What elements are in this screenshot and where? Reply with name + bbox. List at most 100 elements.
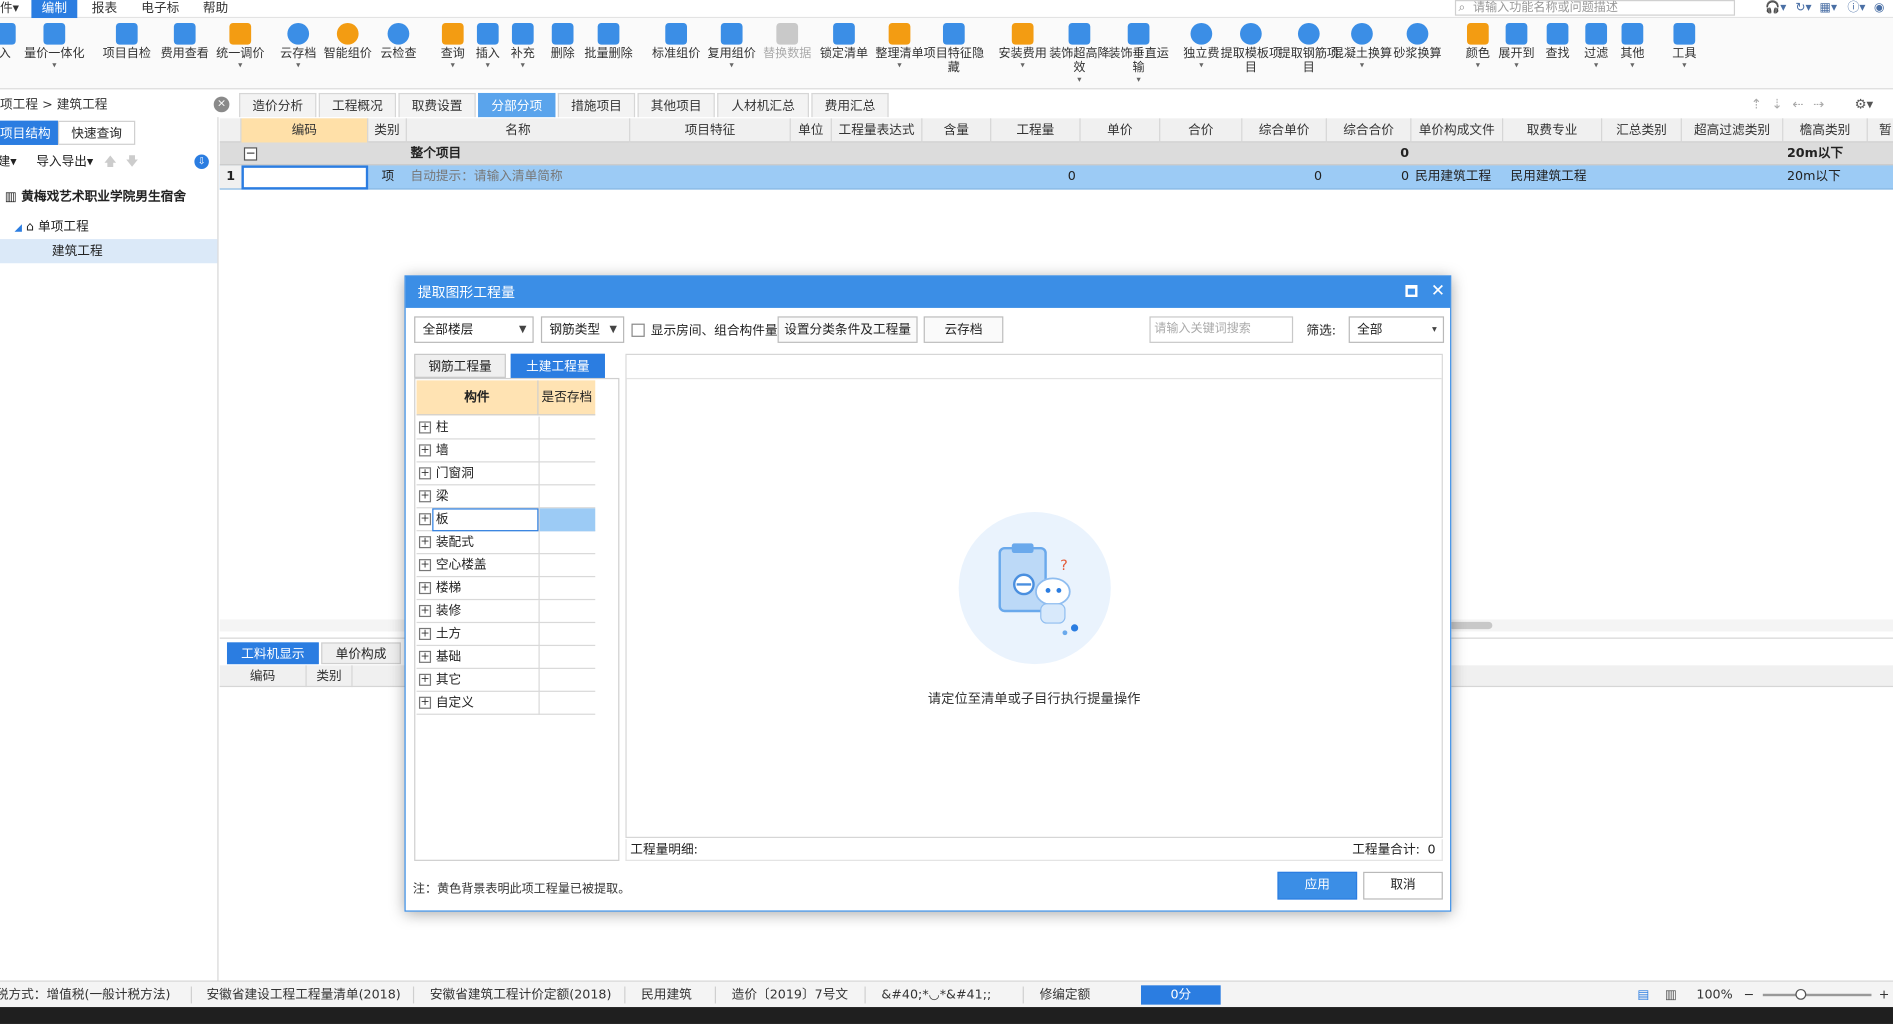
col-unit-price[interactable]: 单价 (1081, 118, 1161, 143)
zoom-slider-handle[interactable] (1795, 988, 1807, 1000)
col-eaves-type[interactable]: 檐高类别 (1783, 118, 1868, 143)
menu-edit[interactable]: 编制 (31, 0, 78, 19)
component-row-beam[interactable]: + 梁 (416, 485, 596, 509)
menu-file[interactable]: 件▾ (0, 0, 24, 18)
expand-plus-icon[interactable]: + (418, 513, 432, 526)
col-summary-type[interactable]: 汇总类别 (1602, 118, 1682, 143)
col-name[interactable]: 名称 (407, 118, 631, 143)
component-row-stairs[interactable]: + 楼梯 (416, 577, 596, 601)
expand-plus-icon[interactable]: + (418, 582, 432, 595)
cancel-button[interactable]: 取消 (1363, 871, 1443, 900)
component-row-decoration[interactable]: + 装修 (416, 600, 596, 624)
replace-data-button[interactable]: 替换数据 (756, 21, 819, 62)
expand-plus-icon[interactable]: + (418, 559, 432, 572)
expand-plus-icon[interactable]: + (418, 604, 432, 618)
col-composite-price[interactable]: 综合单价 (1242, 118, 1327, 143)
close-icon[interactable]: ✕ (1428, 279, 1447, 303)
col-fee-specialty[interactable]: 取费专业 (1503, 118, 1603, 143)
code-input[interactable] (241, 165, 369, 190)
mortar-conversion-button[interactable]: 砂浆换算 (1386, 21, 1449, 62)
menu-ebid[interactable]: 电子标 (136, 0, 184, 18)
tab-quick-query[interactable]: 快速查询 (57, 120, 136, 145)
tab-project-structure[interactable]: 项目结构 (0, 120, 58, 145)
price-integration-button[interactable]: 量价一体化 ▾ (21, 21, 89, 71)
tab-labor-material-summary[interactable]: 人材机汇总 (717, 92, 809, 118)
col-type[interactable]: 类别 (307, 665, 353, 688)
component-row-opening[interactable]: + 门窗洞 (416, 462, 596, 486)
tab-fee-summary[interactable]: 费用汇总 (811, 92, 889, 118)
show-rooms-checkbox[interactable] (631, 323, 645, 337)
zoom-in-icon[interactable]: + (1879, 982, 1890, 1009)
component-row-wall[interactable]: + 墙 (416, 439, 596, 463)
col-composite-total[interactable]: 综合合价 (1327, 118, 1412, 143)
col-type[interactable]: 类别 (368, 118, 407, 143)
tab-project-overview[interactable]: 工程概况 (318, 92, 397, 118)
tree-unit-project[interactable]: 建筑工程 (0, 239, 218, 264)
expand-plus-icon[interactable]: + (418, 650, 432, 663)
tab-civil-quantity[interactable]: 土建工程量 (510, 353, 605, 378)
vertical-transport-button[interactable]: 装饰垂直运输 ▾ (1107, 21, 1170, 85)
headset-icon[interactable]: 🎧▾ (1765, 0, 1786, 16)
expand-plus-icon[interactable]: + (418, 467, 432, 480)
col-quantity[interactable]: 工程量 (991, 118, 1081, 143)
expand-plus-icon[interactable]: + (418, 490, 432, 503)
install-fee-button[interactable]: 安装费用 ▾ (991, 21, 1054, 71)
component-row-prefab[interactable]: + 装配式 (416, 531, 596, 555)
component-row-earthwork[interactable]: + 土方 (416, 623, 596, 647)
table-row[interactable]: 1 项 自动提示：请输入清单简称 0 0 0 民用建筑工程 民用建筑工程 20m… (219, 165, 1893, 190)
menu-help[interactable]: 帮助 (198, 0, 233, 18)
tab-sub-items[interactable]: 分部分项 (478, 92, 556, 118)
settings-icon[interactable]: ⚙▾ (1855, 97, 1874, 113)
new-button[interactable]: 建▾ (0, 150, 17, 174)
col-content[interactable]: 含量 (922, 118, 992, 143)
expand-arrow-icon[interactable]: ◢ (14, 222, 21, 233)
tab-rebar-quantity[interactable]: 钢筋工程量 (414, 353, 506, 378)
close-icon[interactable]: × (213, 96, 230, 113)
function-search-input[interactable]: ⌕ 请输入功能名称或问题描述 (1454, 0, 1736, 16)
tree-root[interactable]: ▥ 黄梅戏艺术职业学院男生宿舍 (0, 185, 217, 209)
col-total-price[interactable]: 合价 (1160, 118, 1243, 143)
expand-plus-icon[interactable]: + (418, 696, 432, 709)
floor-select[interactable]: 全部楼层 ▼ (414, 316, 534, 343)
scrollbar-thumb[interactable] (1448, 621, 1493, 630)
col-unit[interactable]: 单位 (791, 118, 832, 143)
zoom-out-icon[interactable]: − (1743, 982, 1754, 1009)
self-check-button[interactable]: 项目自检 (95, 21, 158, 62)
sync-icon[interactable]: ↻▾ (1795, 0, 1811, 16)
info-icon[interactable]: ⓘ▾ (1847, 0, 1865, 16)
hide-features-button[interactable]: 项目特征隐藏 (922, 21, 985, 77)
cloud-archive-button[interactable]: 云存档 (923, 316, 1004, 343)
expand-plus-icon[interactable]: + (418, 444, 432, 457)
component-row-column[interactable]: + 柱 (416, 416, 596, 440)
reuse-pricing-button[interactable]: 复用组价 ▾ (700, 21, 763, 71)
menu-reports[interactable]: 报表 (87, 0, 122, 18)
apply-button[interactable]: 应用 (1277, 871, 1358, 900)
lock-list-button[interactable]: 锁定清单 (813, 21, 876, 62)
score-badge[interactable]: 0分 (1140, 985, 1221, 1005)
view-list-icon[interactable]: ▤ (1637, 982, 1649, 1009)
decoration-efficiency-button[interactable]: 装饰超高降效 ▾ (1048, 21, 1111, 85)
col-price-file[interactable]: 单价构成文件 (1411, 118, 1504, 143)
tab-measures[interactable]: 措施项目 (557, 92, 636, 118)
col-code[interactable]: 编码 (220, 665, 307, 688)
batch-delete-button[interactable]: 批量删除 (577, 21, 640, 62)
user-icon[interactable]: ◉ (1874, 0, 1885, 16)
component-row-slab[interactable]: + 板 (416, 508, 596, 532)
down-arrow-icon[interactable]: 🡇 (126, 150, 139, 174)
component-row-foundation[interactable]: + 基础 (416, 646, 596, 669)
col-code[interactable]: 编码 (241, 118, 369, 143)
expand-plus-icon[interactable]: + (418, 421, 432, 434)
col-overheight-filter[interactable]: 超高过滤类别 (1682, 118, 1784, 143)
import-export-button[interactable]: 导入导出▾ (36, 150, 93, 174)
grid-icon[interactable]: ▦▾ (1820, 0, 1837, 16)
move-arrows-icon[interactable]: ⇡⇣⇠⇢ (1751, 97, 1834, 113)
tab-other-items[interactable]: 其他项目 (637, 92, 715, 118)
collapse-toggle-icon[interactable]: − (243, 147, 258, 161)
expand-plus-icon[interactable]: + (418, 536, 432, 549)
col-qty-expression[interactable]: 工程量表达式 (832, 118, 923, 143)
keyword-search-input[interactable]: 请输入关键词搜索 (1149, 316, 1294, 343)
concrete-conversion-button[interactable]: 混凝土换算 ▾ (1331, 21, 1394, 71)
unified-adjust-button[interactable]: 统一调价 ▾ (209, 21, 272, 71)
table-row[interactable]: − 整个项目 0 20m以下 (219, 142, 1893, 166)
expand-plus-icon[interactable]: + (418, 627, 432, 640)
